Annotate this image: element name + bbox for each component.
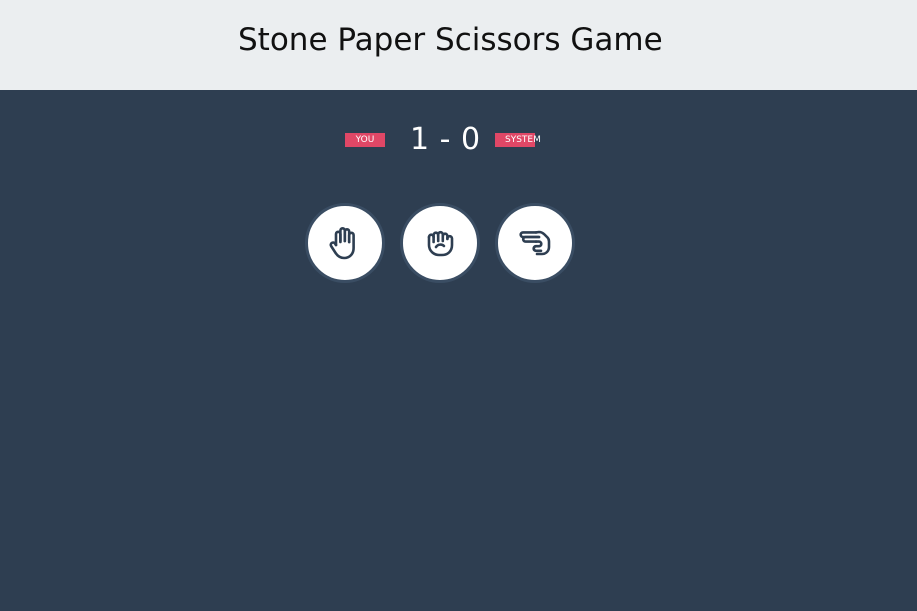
scoreboard: YOU 1 - 0 SYSTEM [0,120,917,160]
score-display: 1 - 0 [410,122,481,157]
stone-choice-button[interactable] [400,203,480,283]
choices-row [305,203,575,283]
scissors-choice-button[interactable] [495,203,575,283]
hand-rock-icon [427,230,454,257]
system-label-badge: SYSTEM [495,133,541,147]
page-header: Stone Paper Scissors Game [0,0,917,90]
hand-scissors-icon [519,230,551,256]
user-label-badge: YOU [345,133,385,147]
hand-paper-icon [329,227,355,260]
page-title: Stone Paper Scissors Game [238,22,663,58]
paper-choice-button[interactable] [305,203,385,283]
